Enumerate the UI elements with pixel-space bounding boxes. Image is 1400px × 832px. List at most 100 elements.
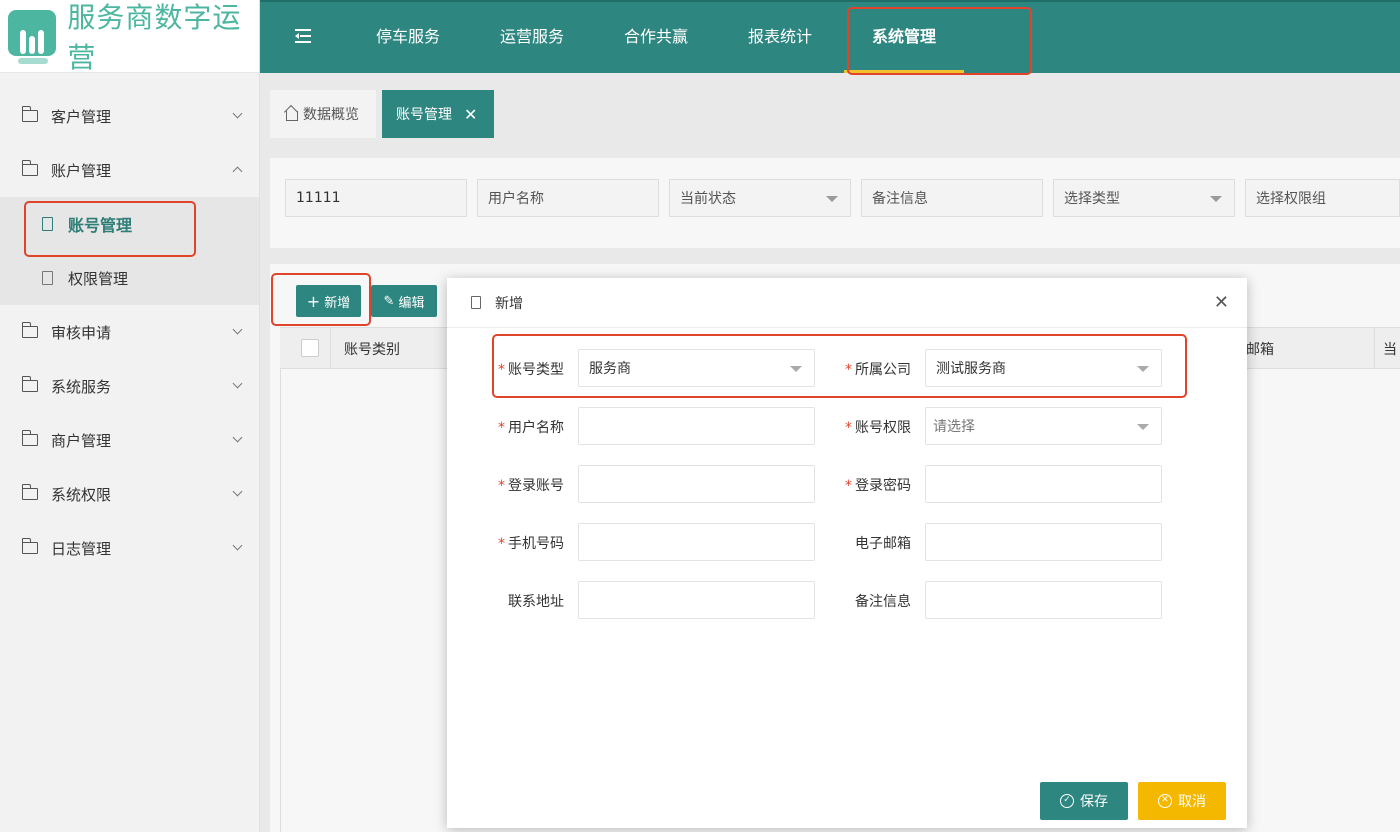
tab-account-management[interactable]: 账号管理 ✕ bbox=[382, 90, 494, 138]
folder-icon bbox=[21, 484, 38, 500]
edit-button[interactable]: ✎ 编辑 bbox=[371, 285, 437, 317]
document-icon bbox=[42, 271, 53, 285]
filter-panel: 11111 用户名称 当前状态 备注信息 选择类型 选择权限组 bbox=[270, 158, 1400, 248]
nav-active-indicator bbox=[844, 70, 964, 73]
sidebar-subitem-permission-management[interactable]: 权限管理 bbox=[0, 251, 259, 305]
sidebar-item-log[interactable]: 日志管理 bbox=[0, 521, 259, 575]
sidebar-item-customer[interactable]: 客户管理 bbox=[0, 89, 259, 143]
tab-label: 数据概览 bbox=[303, 107, 359, 123]
app-title: 服务商数字运营 bbox=[67, 1, 242, 74]
chevron-down-icon bbox=[232, 108, 243, 119]
column-header-account-type[interactable]: 账号类别 bbox=[344, 339, 400, 359]
company-value: 测试服务商 bbox=[936, 361, 1006, 377]
tab-label: 账号管理 bbox=[396, 107, 452, 123]
x-circle-icon: ✕ bbox=[1158, 794, 1172, 808]
chevron-down-icon bbox=[232, 432, 243, 443]
field-label-username: * 用户名称 bbox=[498, 420, 564, 436]
plus-icon: + bbox=[306, 291, 321, 311]
nav-item-cooperation[interactable]: 合作共赢 bbox=[624, 2, 688, 73]
company-select[interactable]: 测试服务商 bbox=[925, 349, 1162, 387]
filter-type-select[interactable]: 选择类型 bbox=[1053, 179, 1235, 217]
sidebar-item-label: 客户管理 bbox=[51, 107, 112, 126]
field-label-permission: * 账号权限 bbox=[845, 420, 911, 436]
address-input[interactable] bbox=[578, 581, 815, 619]
menu-toggle-icon[interactable] bbox=[295, 29, 311, 43]
caret-down-icon bbox=[826, 196, 838, 202]
cancel-button[interactable]: ✕ 取消 bbox=[1138, 782, 1226, 820]
filter-type-placeholder: 选择类型 bbox=[1064, 191, 1120, 207]
field-label-login-account: * 登录账号 bbox=[498, 478, 564, 494]
add-button[interactable]: + 新增 bbox=[296, 285, 361, 317]
sidebar-item-review[interactable]: 审核申请 bbox=[0, 305, 259, 359]
add-button-label: 新增 bbox=[324, 295, 351, 311]
logo-icon bbox=[8, 8, 56, 64]
email-input[interactable] bbox=[925, 523, 1162, 561]
sidebar-item-merchant[interactable]: 商户管理 bbox=[0, 413, 259, 467]
account-type-select[interactable]: 服务商 bbox=[578, 349, 815, 387]
folder-icon bbox=[21, 538, 38, 554]
sidebar-item-system-permission[interactable]: 系统权限 bbox=[0, 467, 259, 521]
nav-item-parking[interactable]: 停车服务 bbox=[376, 2, 440, 73]
add-account-dialog: 新增 ✕ * 账号类型 服务商 * 所属公司 测试服务商 * 用户名称 * 账号权限 请… bbox=[447, 278, 1247, 828]
sidebar-item-label: 系统服务 bbox=[51, 377, 112, 396]
column-divider bbox=[1374, 328, 1375, 368]
nav-item-system-management[interactable]: 系统管理 bbox=[872, 2, 936, 73]
chevron-down-icon bbox=[232, 540, 243, 551]
column-header-status[interactable]: 当 bbox=[1383, 339, 1397, 359]
logo-area: 服务商数字运营 bbox=[0, 0, 259, 74]
tab-overview[interactable]: 数据概览 bbox=[270, 90, 376, 138]
chevron-down-icon bbox=[232, 486, 243, 497]
field-label-phone: * 手机号码 bbox=[498, 536, 564, 552]
permission-select[interactable]: 请选择 bbox=[925, 407, 1162, 445]
field-label-email: 电子邮箱 bbox=[855, 536, 911, 552]
top-nav: 停车服务 运营服务 合作共赢 报表统计 系统管理 bbox=[260, 0, 1400, 73]
sidebar-item-system-service[interactable]: 系统服务 bbox=[0, 359, 259, 413]
sidebar-menu: 客户管理 账户管理 账号管理 权限管理 审核申请 系统服务 商户管理 系统权限 … bbox=[0, 73, 259, 575]
column-header-email[interactable]: 邮箱 bbox=[1246, 339, 1274, 359]
folder-icon bbox=[21, 106, 38, 122]
filter-account-input[interactable]: 11111 bbox=[285, 179, 467, 217]
sidebar-submenu-account: 账号管理 权限管理 bbox=[0, 197, 259, 305]
select-all-checkbox[interactable] bbox=[301, 339, 319, 357]
remark-input[interactable] bbox=[925, 581, 1162, 619]
sidebar-item-label: 审核申请 bbox=[51, 323, 112, 342]
filter-permission-group-select[interactable]: 选择权限组 bbox=[1245, 179, 1400, 217]
field-label-address: 联系地址 bbox=[508, 594, 564, 610]
sidebar-item-label: 账户管理 bbox=[51, 161, 112, 180]
folder-icon bbox=[21, 160, 38, 176]
sidebar-item-account[interactable]: 账户管理 bbox=[0, 143, 259, 197]
column-divider bbox=[330, 328, 331, 368]
sidebar-subitem-label: 账号管理 bbox=[68, 216, 133, 235]
close-icon[interactable]: ✕ bbox=[464, 105, 477, 124]
save-button-label: 保存 bbox=[1080, 794, 1108, 810]
chevron-up-icon bbox=[232, 166, 243, 177]
nav-item-operation[interactable]: 运营服务 bbox=[500, 2, 564, 73]
document-icon bbox=[471, 296, 481, 309]
phone-input[interactable] bbox=[578, 523, 815, 561]
caret-down-icon bbox=[1137, 366, 1149, 372]
sidebar-item-label: 商户管理 bbox=[51, 431, 112, 450]
username-input[interactable] bbox=[578, 407, 815, 445]
chevron-down-icon bbox=[232, 378, 243, 389]
login-account-input[interactable] bbox=[578, 465, 815, 503]
filter-username-input[interactable]: 用户名称 bbox=[477, 179, 659, 217]
nav-item-reports[interactable]: 报表统计 bbox=[748, 2, 812, 73]
password-input[interactable] bbox=[925, 465, 1162, 503]
filter-status-select[interactable]: 当前状态 bbox=[669, 179, 851, 217]
field-label-account-type: * 账号类型 bbox=[498, 362, 564, 378]
sidebar-item-label: 日志管理 bbox=[51, 539, 112, 558]
field-label-remark: 备注信息 bbox=[855, 594, 911, 610]
filter-remark-input[interactable]: 备注信息 bbox=[861, 179, 1043, 217]
folder-icon bbox=[21, 376, 38, 392]
close-icon[interactable]: ✕ bbox=[1214, 292, 1229, 313]
caret-down-icon bbox=[1210, 196, 1222, 202]
pencil-icon: ✎ bbox=[383, 293, 395, 309]
save-button[interactable]: ✓ 保存 bbox=[1040, 782, 1128, 820]
permission-placeholder: 请选择 bbox=[933, 419, 975, 435]
check-circle-icon: ✓ bbox=[1060, 794, 1074, 808]
dialog-title: 新增 bbox=[495, 295, 523, 312]
sidebar-subitem-label: 权限管理 bbox=[68, 269, 129, 288]
sidebar-subitem-account-management[interactable]: 账号管理 bbox=[0, 197, 259, 251]
home-icon bbox=[284, 108, 298, 121]
edit-button-label: 编辑 bbox=[398, 295, 425, 311]
